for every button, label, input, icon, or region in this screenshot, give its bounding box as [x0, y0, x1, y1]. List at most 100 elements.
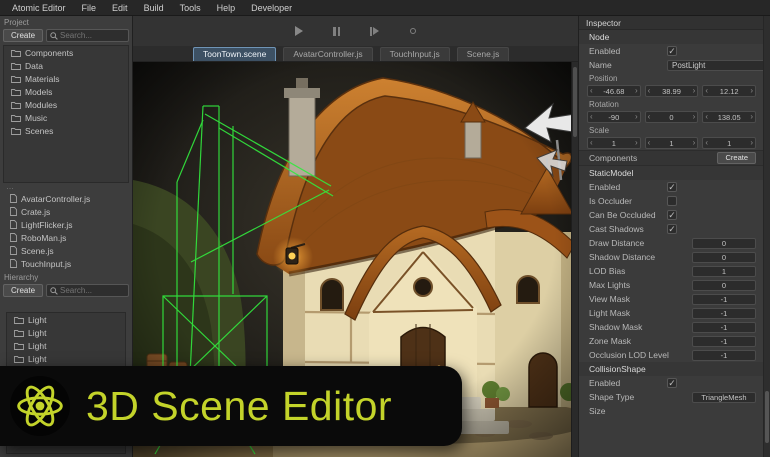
- cast-shadows-checkbox[interactable]: ✓: [667, 224, 677, 234]
- menu-build[interactable]: Build: [136, 2, 172, 14]
- can-be-occluded-checkbox[interactable]: ✓: [667, 210, 677, 220]
- occlusion-lod-field[interactable]: -1: [692, 350, 756, 361]
- spinner-right-icon[interactable]: ›: [750, 138, 753, 148]
- node-name-row: Name: [579, 58, 770, 72]
- spinner-right-icon[interactable]: ›: [635, 86, 638, 96]
- menu-tools[interactable]: Tools: [172, 2, 209, 14]
- file-row[interactable]: TouchInput.js: [3, 257, 129, 270]
- file-row[interactable]: Crate.js: [3, 205, 129, 218]
- draw-distance-row: Draw Distance0: [579, 236, 770, 250]
- folder-row[interactable]: Materials: [4, 72, 128, 85]
- folder-row[interactable]: Scenes: [4, 124, 128, 137]
- light-mask-field[interactable]: -1: [692, 308, 756, 319]
- scale-z-field[interactable]: ‹1›: [702, 137, 756, 149]
- components-header: Components Create: [579, 150, 770, 166]
- node-enabled-checkbox[interactable]: ✓: [667, 46, 677, 56]
- shape-type-dropdown[interactable]: TriangleMesh: [692, 392, 756, 403]
- file-row[interactable]: AvatarController.js: [3, 192, 129, 205]
- node-name-field[interactable]: [667, 60, 770, 71]
- spinner-right-icon[interactable]: ›: [693, 138, 696, 148]
- hierarchy-search-input[interactable]: [60, 286, 125, 295]
- atom-icon: [9, 375, 71, 437]
- shape-type-row: Shape Type TriangleMesh: [579, 390, 770, 404]
- spinner-right-icon[interactable]: ›: [635, 112, 638, 122]
- collisionshape-section-label: CollisionShape: [579, 362, 770, 376]
- folder-row[interactable]: Modules: [4, 98, 128, 111]
- spinner-right-icon[interactable]: ›: [750, 112, 753, 122]
- inspector-scrollbar[interactable]: [763, 16, 770, 457]
- collisionshape-enabled-checkbox[interactable]: ✓: [667, 378, 677, 388]
- menu-edit[interactable]: Edit: [104, 2, 136, 14]
- scrollbar-thumb[interactable]: [765, 391, 769, 443]
- folder-row[interactable]: Components: [4, 46, 128, 59]
- spinner-right-icon[interactable]: ›: [635, 138, 638, 148]
- tab-toontown-scene[interactable]: ToonTown.scene: [193, 47, 276, 61]
- hierarchy-create-button[interactable]: Create: [3, 284, 43, 297]
- menu-atomic-editor[interactable]: Atomic Editor: [4, 2, 74, 14]
- shadow-mask-field[interactable]: -1: [692, 322, 756, 333]
- scrollbar-thumb[interactable]: [573, 67, 577, 137]
- tab-avatarcontroller-js[interactable]: AvatarController.js: [283, 47, 372, 61]
- script-file-icon: [10, 220, 17, 229]
- rotation-label: Rotation: [579, 98, 770, 110]
- scale-y-field[interactable]: ‹1›: [645, 137, 699, 149]
- play-icon[interactable]: [292, 24, 306, 38]
- spinner-right-icon[interactable]: ›: [693, 86, 696, 96]
- shadow-distance-field[interactable]: 0: [692, 252, 756, 263]
- file-row[interactable]: Scene.js: [3, 244, 129, 257]
- draw-distance-field[interactable]: 0: [692, 238, 756, 249]
- lod-bias-field[interactable]: 1: [692, 266, 756, 277]
- spinner-right-icon[interactable]: ›: [750, 86, 753, 96]
- hierarchy-node-row[interactable]: Light: [7, 326, 125, 339]
- folder-icon: [11, 49, 21, 57]
- rotation-z-field[interactable]: ‹138.05›: [702, 111, 756, 123]
- tab-bar: ToonTown.scene AvatarController.js Touch…: [133, 46, 578, 62]
- panel-resize-handle[interactable]: …: [0, 184, 132, 191]
- hierarchy-node-row[interactable]: Light: [7, 339, 125, 352]
- hierarchy-search[interactable]: [46, 284, 129, 297]
- lod-bias-row: LOD Bias1: [579, 264, 770, 278]
- scale-label: Scale: [579, 124, 770, 136]
- spinner-right-icon[interactable]: ›: [693, 112, 696, 122]
- pause-icon[interactable]: [330, 24, 344, 38]
- menu-file[interactable]: File: [74, 2, 105, 14]
- menu-developer[interactable]: Developer: [243, 2, 300, 14]
- light-mask-row: Light Mask-1: [579, 306, 770, 320]
- project-search[interactable]: [46, 29, 129, 42]
- project-toolbar: Create: [0, 28, 132, 44]
- folder-icon: [14, 342, 24, 350]
- rotation-x-field[interactable]: ‹-90›: [587, 111, 641, 123]
- viewport-scrollbar[interactable]: [571, 62, 578, 457]
- position-y-field[interactable]: ‹38.99›: [645, 85, 699, 97]
- menu-help[interactable]: Help: [209, 2, 244, 14]
- tab-scene-js[interactable]: Scene.js: [457, 47, 510, 61]
- staticmodel-enabled-checkbox[interactable]: ✓: [667, 182, 677, 192]
- node-section-label: Node: [579, 30, 770, 44]
- folder-row[interactable]: Models: [4, 85, 128, 98]
- occlusion-lod-row: Occlusion LOD Level-1: [579, 348, 770, 362]
- project-create-button[interactable]: Create: [3, 29, 43, 42]
- tab-touchinput-js[interactable]: TouchInput.js: [380, 47, 450, 61]
- file-row[interactable]: RoboMan.js: [3, 231, 129, 244]
- components-create-button[interactable]: Create: [717, 152, 756, 164]
- zone-mask-field[interactable]: -1: [692, 336, 756, 347]
- project-search-input[interactable]: [60, 31, 125, 40]
- position-z-field[interactable]: ‹12.12›: [702, 85, 756, 97]
- atomic-editor-window: Atomic Editor File Edit Build Tools Help…: [0, 0, 770, 457]
- folder-row[interactable]: Data: [4, 59, 128, 72]
- options-icon[interactable]: [406, 24, 420, 38]
- scale-x-field[interactable]: ‹1›: [587, 137, 641, 149]
- hierarchy-node-row[interactable]: Light: [7, 352, 125, 365]
- can-be-occluded-row: Can Be Occluded ✓: [579, 208, 770, 222]
- project-section-label: Project: [0, 16, 132, 28]
- folder-row[interactable]: Music: [4, 111, 128, 124]
- file-row[interactable]: LightFlicker.js: [3, 218, 129, 231]
- view-mask-field[interactable]: -1: [692, 294, 756, 305]
- hierarchy-node-row[interactable]: Light: [7, 313, 125, 326]
- rotation-y-field[interactable]: ‹0›: [645, 111, 699, 123]
- position-x-field[interactable]: ‹-46.68›: [587, 85, 641, 97]
- step-icon[interactable]: [368, 24, 382, 38]
- max-lights-field[interactable]: 0: [692, 280, 756, 291]
- size-row: Size: [579, 404, 770, 418]
- is-occluder-checkbox[interactable]: ✓: [667, 196, 677, 206]
